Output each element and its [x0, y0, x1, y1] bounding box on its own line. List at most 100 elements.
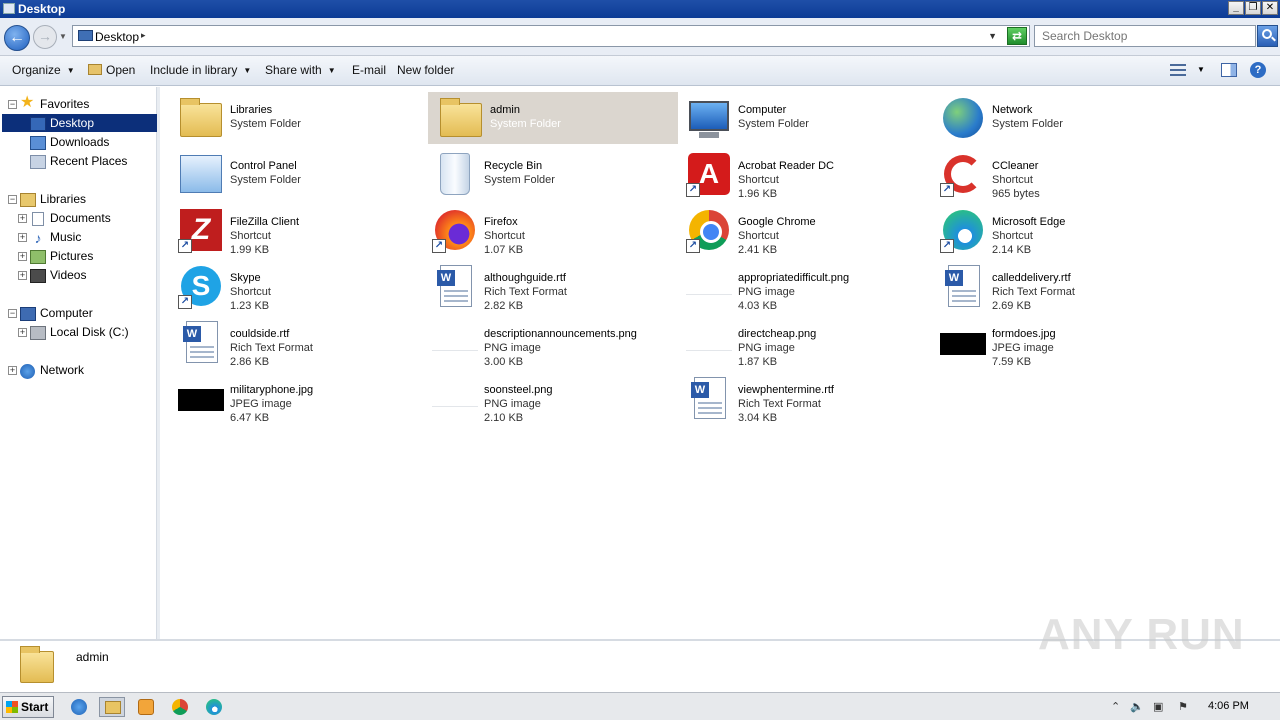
tree-item-libraries[interactable]: Libraries: [40, 190, 86, 208]
tree-item-documents[interactable]: Documents: [50, 209, 111, 227]
close-button[interactable]: ✕: [1262, 1, 1278, 15]
file-item[interactable]: descriptionannouncements.png PNG image 3…: [422, 316, 672, 368]
forward-button[interactable]: →: [33, 25, 57, 49]
address-field[interactable]: Desktop ▸ ▼ ⇄: [72, 25, 1030, 47]
expand-network-icon[interactable]: +: [8, 366, 17, 375]
file-item-selected[interactable]: admin System Folder: [428, 92, 678, 144]
chrome-icon: ↗: [686, 207, 732, 253]
tree-item-desktop[interactable]: Desktop: [2, 114, 157, 132]
file-item[interactable]: militaryphone.jpg JPEG image 6.47 KB: [168, 372, 418, 424]
tree-item-computer[interactable]: Computer: [40, 304, 93, 322]
organize-button[interactable]: Organize ▼: [12, 63, 75, 77]
restore-button[interactable]: ❐: [1245, 1, 1261, 15]
file-item[interactable]: W calleddelivery.rtf Rich Text Format 2.…: [930, 260, 1180, 312]
file-item[interactable]: directcheap.png PNG image 1.87 KB: [676, 316, 926, 368]
file-item[interactable]: Z ↗ FileZilla Client Shortcut 1.99 KB: [168, 204, 418, 256]
start-button[interactable]: Start: [2, 696, 54, 718]
chevron-down-icon: ▼: [327, 66, 336, 75]
address-path[interactable]: Desktop: [95, 30, 139, 44]
help-icon[interactable]: ?: [1250, 62, 1266, 78]
chevron-down-icon: ▼: [243, 66, 252, 75]
search-box[interactable]: [1034, 25, 1256, 47]
file-item[interactable]: formdoes.jpg JPEG image 7.59 KB: [930, 316, 1180, 368]
file-item[interactable]: W couldside.rtf Rich Text Format 2.86 KB: [168, 316, 418, 368]
back-button[interactable]: ←: [4, 25, 30, 51]
address-bar-row: ← → ▼ Desktop ▸ ▼ ⇄: [0, 18, 1280, 56]
chrome-icon: [172, 699, 188, 715]
search-button[interactable]: [1257, 25, 1278, 47]
email-button[interactable]: E-mail: [352, 63, 386, 77]
tree-item-network[interactable]: Network: [40, 361, 84, 379]
folder-icon: [105, 701, 121, 714]
music-icon: ♪: [34, 230, 42, 246]
new-folder-button[interactable]: New folder: [397, 63, 454, 77]
shortcut-arrow-icon: ↗: [686, 183, 700, 197]
taskbar-internet-explorer[interactable]: [66, 697, 92, 717]
computer-icon: [686, 95, 732, 141]
expand-documents-icon[interactable]: +: [18, 214, 27, 223]
expand-videos-icon[interactable]: +: [18, 271, 27, 280]
taskbar-chrome[interactable]: [167, 697, 193, 717]
expand-music-icon[interactable]: +: [18, 233, 27, 242]
file-item[interactable]: ↗ Google Chrome Shortcut 2.41 KB: [676, 204, 926, 256]
view-options-dropdown-icon[interactable]: ▼: [1197, 65, 1205, 74]
jpg-thumbnail-icon: [940, 319, 986, 365]
tree-item-music[interactable]: Music: [50, 228, 81, 246]
collapse-libraries-icon[interactable]: −: [8, 195, 17, 204]
expand-local-disk-icon[interactable]: +: [18, 328, 27, 337]
show-hidden-icons-icon[interactable]: ⌃: [1111, 700, 1120, 713]
tree-item-pictures[interactable]: Pictures: [50, 247, 93, 265]
volume-icon[interactable]: 🔈: [1130, 700, 1144, 713]
file-item[interactable]: Computer System Folder: [676, 92, 926, 144]
open-button[interactable]: Open: [88, 63, 135, 77]
file-item[interactable]: Libraries System Folder: [168, 92, 418, 144]
search-input[interactable]: [1035, 26, 1235, 46]
taskbar-explorer[interactable]: [99, 697, 125, 717]
internet-explorer-icon: [71, 699, 87, 715]
tree-item-videos[interactable]: Videos: [50, 266, 86, 284]
tree-item-local-disk[interactable]: Local Disk (C:): [50, 323, 129, 341]
file-item[interactable]: Control Panel System Folder: [168, 148, 418, 200]
taskbar-edge[interactable]: [201, 697, 227, 717]
pictures-icon: [30, 250, 46, 264]
file-item[interactable]: Network System Folder: [930, 92, 1180, 144]
edge-icon: ↗: [940, 207, 986, 253]
file-item[interactable]: W althoughguide.rtf Rich Text Format 2.8…: [422, 260, 672, 312]
action-center-flag-icon[interactable]: ⚑: [1178, 700, 1188, 713]
minimize-button[interactable]: _: [1228, 1, 1244, 15]
file-item[interactable]: appropriatedifficult.png PNG image 4.03 …: [676, 260, 926, 312]
recent-pages-dropdown-icon[interactable]: ▼: [59, 32, 67, 41]
collapse-favorites-icon[interactable]: −: [8, 100, 17, 109]
share-with-button[interactable]: Share with ▼: [265, 63, 336, 77]
file-item[interactable]: S ↗ Skype Shortcut 1.23 KB: [168, 260, 418, 312]
file-item[interactable]: ↗ CCleaner Shortcut 965 bytes: [930, 148, 1180, 200]
file-item[interactable]: W viewphentermine.rtf Rich Text Format 3…: [676, 372, 926, 424]
taskbar-media-player[interactable]: [133, 697, 159, 717]
tree-item-recent-places[interactable]: Recent Places: [50, 152, 127, 170]
videos-icon: [30, 269, 46, 283]
file-item[interactable]: ↗ Microsoft Edge Shortcut 2.14 KB: [930, 204, 1180, 256]
file-item[interactable]: A ↗ Acrobat Reader DC Shortcut 1.96 KB: [676, 148, 926, 200]
network-status-icon[interactable]: ▣: [1153, 700, 1163, 713]
preview-pane-icon[interactable]: [1221, 63, 1237, 77]
control-panel-icon: [178, 151, 224, 197]
taskbar: Start ⌃ 🔈 ▣ ⚑ 4:06 PM: [0, 692, 1280, 720]
path-chevron-icon[interactable]: ▸: [141, 30, 146, 41]
collapse-computer-icon[interactable]: −: [8, 309, 17, 318]
libraries-icon: [20, 193, 36, 207]
expand-pictures-icon[interactable]: +: [18, 252, 27, 261]
navigation-pane: − ★ Favorites Desktop Downloads Recent P…: [0, 87, 157, 639]
window-title: Desktop: [18, 2, 66, 16]
file-item[interactable]: Recycle Bin System Folder: [422, 148, 672, 200]
change-view-icon[interactable]: [1170, 64, 1186, 76]
file-item[interactable]: ↗ Firefox Shortcut 1.07 KB: [422, 204, 672, 256]
tree-item-downloads[interactable]: Downloads: [50, 133, 109, 151]
firefox-icon: ↗: [432, 207, 478, 253]
command-bar: Organize ▼ Open Include in library ▼ Share…: [0, 56, 1280, 86]
include-in-library-button[interactable]: Include in library ▼: [150, 63, 251, 77]
tree-item-favorites[interactable]: Favorites: [40, 95, 89, 113]
refresh-button[interactable]: ⇄: [1007, 27, 1027, 45]
address-history-dropdown-icon[interactable]: ▼: [988, 31, 997, 41]
clock[interactable]: 4:06 PM: [1208, 700, 1249, 712]
file-item[interactable]: soonsteel.png PNG image 2.10 KB: [422, 372, 672, 424]
